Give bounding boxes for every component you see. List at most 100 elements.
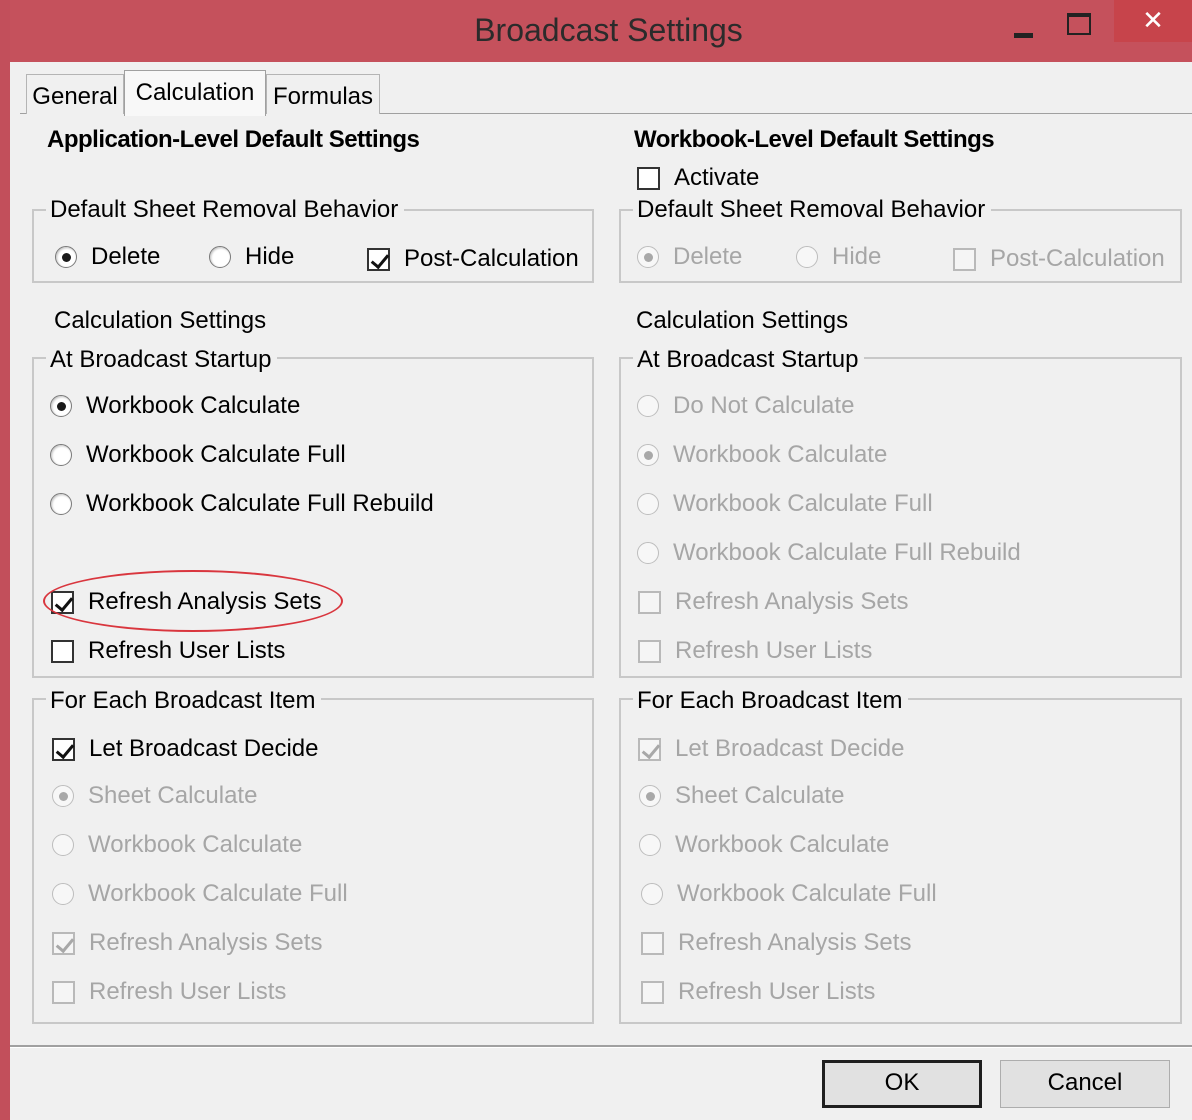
radio-label: Do Not Calculate bbox=[673, 392, 855, 419]
workbook-startup-refresh-analysis-checkbox: Refresh Analysis Sets bbox=[638, 588, 908, 616]
radio-label: Workbook Calculate bbox=[86, 392, 301, 419]
workbook-item-let-decide-checkbox: Let Broadcast Decide bbox=[638, 735, 904, 763]
checkbox-unchecked-icon bbox=[51, 639, 74, 663]
radio-label: Hide bbox=[832, 243, 882, 270]
radio-empty-icon bbox=[52, 834, 74, 856]
checkbox-unchecked-icon bbox=[638, 590, 661, 614]
workbook-item-sheet-calc-radio: Sheet Calculate bbox=[639, 782, 844, 810]
workbook-startup-workbook-calc-full-radio: Workbook Calculate Full bbox=[637, 490, 933, 518]
radio-selected-icon bbox=[639, 785, 661, 807]
workbook-removal-legend: Default Sheet Removal Behavior bbox=[633, 196, 992, 224]
tab-label: Calculation bbox=[135, 79, 255, 106]
checkbox-unchecked-icon bbox=[637, 166, 660, 190]
window-frame-left bbox=[0, 0, 10, 1120]
radio-label: Hide bbox=[245, 243, 295, 270]
tab-calculation[interactable]: Calculation bbox=[124, 70, 266, 116]
workbook-removal-delete-radio: Delete bbox=[637, 243, 742, 271]
checkbox-label: Refresh User Lists bbox=[675, 637, 873, 664]
app-startup-workbook-calc-full-rebuild-radio[interactable]: Workbook Calculate Full Rebuild bbox=[50, 490, 434, 518]
checkbox-label: Activate bbox=[674, 164, 760, 191]
workbook-item-workbook-calc-radio: Workbook Calculate bbox=[639, 831, 889, 859]
app-startup-workbook-calc-radio[interactable]: Workbook Calculate bbox=[50, 392, 300, 420]
workbook-item-refresh-analysis-checkbox: Refresh Analysis Sets bbox=[641, 929, 911, 957]
radio-empty-icon bbox=[637, 542, 659, 564]
app-post-calc-checkbox[interactable]: Post-Calculation bbox=[367, 245, 579, 273]
radio-label: Workbook Calculate Full Rebuild bbox=[86, 490, 434, 517]
workbook-level-heading: Workbook-Level Default Settings bbox=[634, 126, 995, 153]
workbook-item-refresh-user-lists-checkbox: Refresh User Lists bbox=[641, 978, 875, 1006]
radio-empty-icon bbox=[796, 246, 818, 268]
app-startup-workbook-calc-full-radio[interactable]: Workbook Calculate Full bbox=[50, 441, 346, 469]
radio-label: Delete bbox=[91, 243, 161, 270]
radio-empty-icon bbox=[209, 246, 231, 268]
checkbox-label: Let Broadcast Decide bbox=[89, 735, 319, 762]
app-removal-delete-radio[interactable]: Delete bbox=[55, 243, 160, 271]
footer-separator-highlight bbox=[10, 1047, 1192, 1048]
radio-empty-icon bbox=[52, 883, 74, 905]
app-item-let-decide-checkbox[interactable]: Let Broadcast Decide bbox=[52, 735, 318, 763]
workbook-startup-refresh-user-lists-checkbox: Refresh User Lists bbox=[638, 637, 872, 665]
radio-empty-icon bbox=[637, 395, 659, 417]
checkbox-label: Refresh User Lists bbox=[88, 637, 286, 664]
app-item-workbook-calc-full-radio: Workbook Calculate Full bbox=[52, 880, 348, 908]
radio-label: Sheet Calculate bbox=[675, 782, 845, 809]
highlight-annotation-ellipse bbox=[43, 570, 343, 632]
workbook-startup-workbook-calc-full-rebuild-radio: Workbook Calculate Full Rebuild bbox=[637, 539, 1021, 567]
checkbox-unchecked-icon bbox=[641, 980, 664, 1004]
checkbox-label: Post-Calculation bbox=[990, 245, 1165, 272]
checkbox-unchecked-icon bbox=[953, 247, 976, 271]
workbook-startup-legend: At Broadcast Startup bbox=[633, 346, 865, 374]
radio-selected-icon bbox=[637, 246, 659, 268]
workbook-post-calc-checkbox: Post-Calculation bbox=[953, 245, 1165, 273]
app-item-workbook-calc-radio: Workbook Calculate bbox=[52, 831, 302, 859]
tab-label: General bbox=[32, 83, 118, 110]
maximize-button[interactable] bbox=[1062, 10, 1094, 36]
workbook-startup-workbook-calc-radio: Workbook Calculate bbox=[637, 441, 887, 469]
radio-label: Workbook Calculate Full bbox=[88, 880, 348, 907]
app-level-heading: Application-Level Default Settings bbox=[47, 126, 420, 153]
radio-empty-icon bbox=[641, 883, 663, 905]
radio-label: Workbook Calculate Full Rebuild bbox=[673, 539, 1021, 566]
app-each-item-legend: For Each Broadcast Item bbox=[46, 687, 322, 715]
app-item-refresh-user-lists-checkbox: Refresh User Lists bbox=[52, 978, 286, 1006]
radio-selected-icon bbox=[50, 395, 72, 417]
checkbox-checked-icon bbox=[52, 737, 75, 761]
checkbox-checked-icon bbox=[638, 737, 661, 761]
checkbox-unchecked-icon bbox=[52, 980, 75, 1004]
minimize-button[interactable] bbox=[1006, 14, 1042, 44]
workbook-removal-hide-radio: Hide bbox=[796, 243, 881, 271]
radio-label: Workbook Calculate Full bbox=[677, 880, 937, 907]
app-item-sheet-calc-radio: Sheet Calculate bbox=[52, 782, 257, 810]
radio-label: Workbook Calculate Full bbox=[86, 441, 346, 468]
radio-label: Workbook Calculate bbox=[88, 831, 303, 858]
cancel-button[interactable]: Cancel bbox=[1000, 1060, 1170, 1108]
workbook-each-item-legend: For Each Broadcast Item bbox=[633, 687, 909, 715]
radio-label: Workbook Calculate Full bbox=[673, 490, 933, 517]
tab-label: Formulas bbox=[272, 83, 374, 110]
radio-empty-icon bbox=[50, 493, 72, 515]
radio-empty-icon bbox=[637, 493, 659, 515]
app-startup-legend: At Broadcast Startup bbox=[46, 346, 278, 374]
app-startup-refresh-user-lists-checkbox[interactable]: Refresh User Lists bbox=[51, 637, 285, 665]
close-button[interactable]: ✕ bbox=[1114, 0, 1192, 42]
workbook-calc-settings-label: Calculation Settings bbox=[636, 307, 849, 334]
ok-button[interactable]: OK bbox=[822, 1060, 982, 1108]
workbook-activate-checkbox[interactable]: Activate bbox=[637, 164, 759, 192]
tab-formulas[interactable]: Formulas bbox=[266, 74, 380, 114]
checkbox-label: Refresh Analysis Sets bbox=[675, 588, 909, 615]
app-removal-legend: Default Sheet Removal Behavior bbox=[46, 196, 405, 224]
radio-empty-icon bbox=[639, 834, 661, 856]
app-item-refresh-analysis-checkbox: Refresh Analysis Sets bbox=[52, 929, 322, 957]
checkbox-label: Let Broadcast Decide bbox=[675, 735, 905, 762]
workbook-item-workbook-calc-full-radio: Workbook Calculate Full bbox=[641, 880, 937, 908]
app-removal-hide-radio[interactable]: Hide bbox=[209, 243, 294, 271]
checkbox-label: Refresh Analysis Sets bbox=[89, 929, 323, 956]
workbook-startup-do-not-calc-radio: Do Not Calculate bbox=[637, 392, 854, 420]
app-calc-settings-label: Calculation Settings bbox=[54, 307, 267, 334]
checkbox-label: Post-Calculation bbox=[404, 245, 579, 272]
radio-selected-icon bbox=[637, 444, 659, 466]
radio-selected-icon bbox=[52, 785, 74, 807]
radio-selected-icon bbox=[55, 246, 77, 268]
tab-general[interactable]: General bbox=[26, 74, 124, 114]
checkbox-unchecked-icon bbox=[641, 931, 664, 955]
